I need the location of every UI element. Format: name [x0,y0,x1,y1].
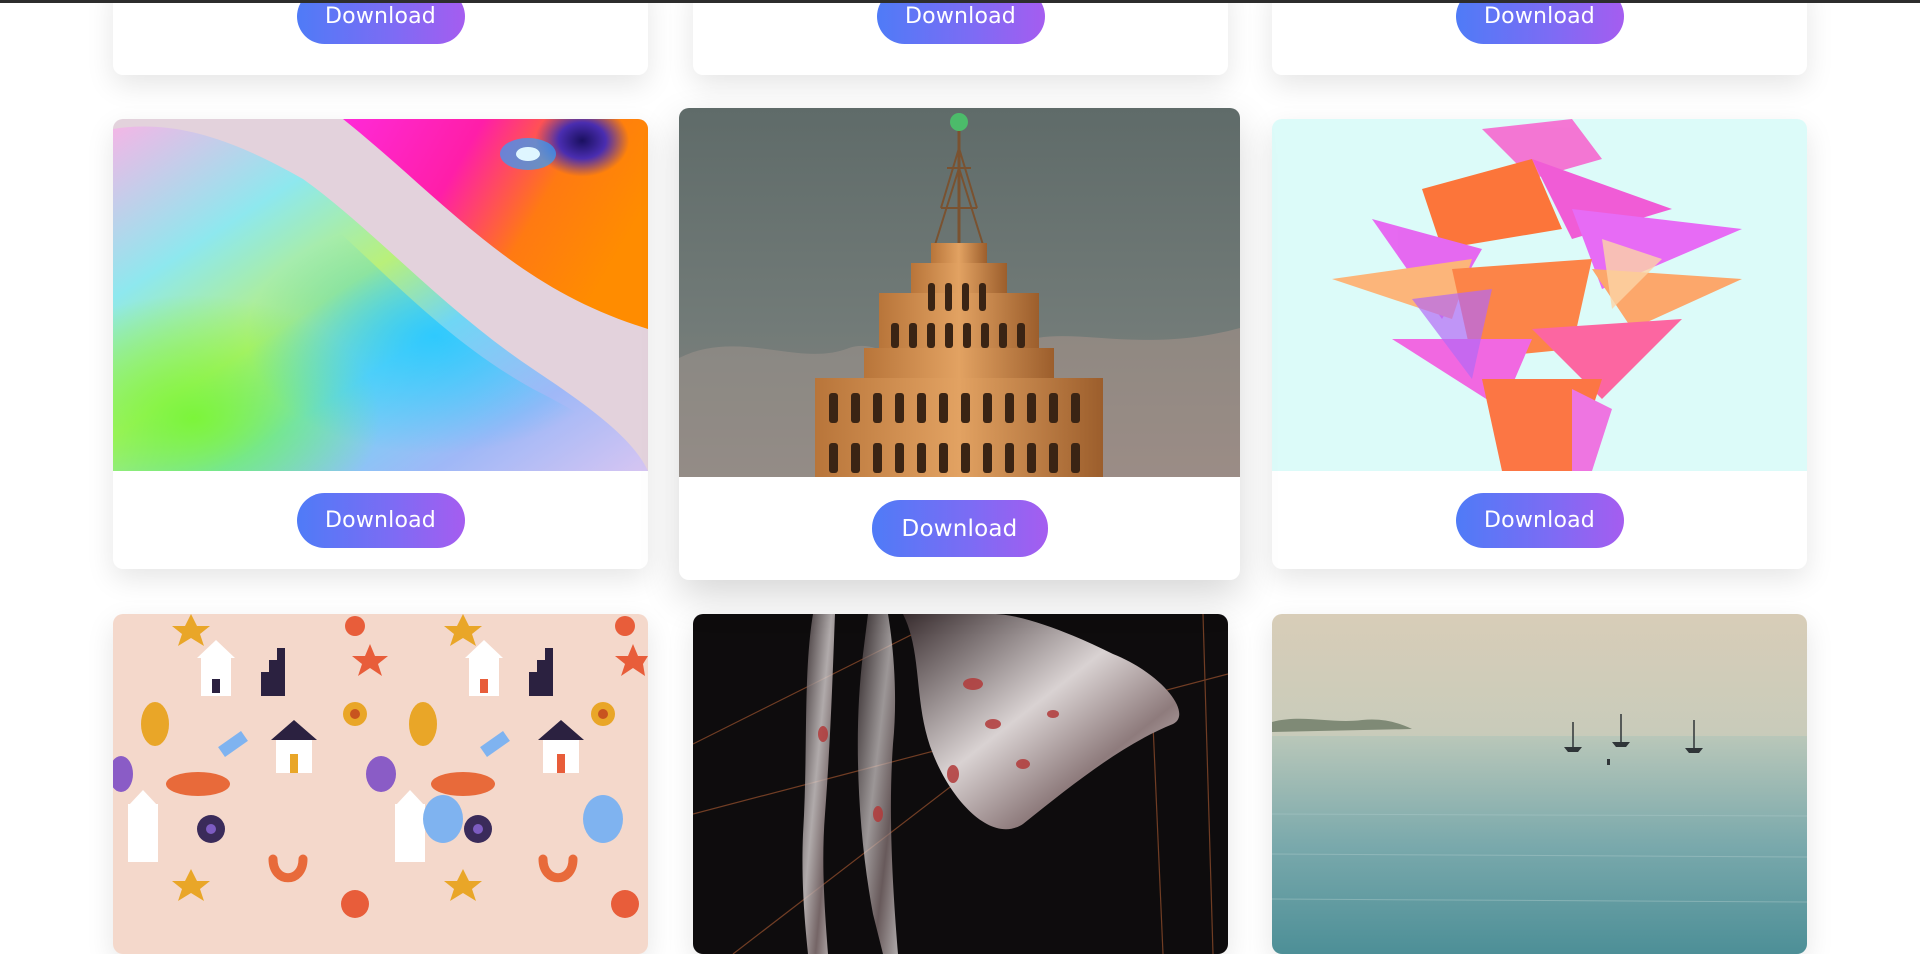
gallery-card: Download [693,0,1228,75]
gallery-image-pattern[interactable] [113,614,648,954]
download-button[interactable]: Download [1455,492,1624,548]
gallery-card [1272,614,1807,954]
gallery-image-liquid-metal[interactable] [693,614,1228,954]
download-button[interactable]: Download [296,492,465,548]
gallery-card: Download [1272,0,1807,75]
gallery-image-skyscraper[interactable] [679,108,1240,477]
gallery-card: Download [113,0,648,75]
gallery-image-sea[interactable] [1272,614,1807,954]
gallery-card: Download [679,108,1240,580]
gallery-card [693,614,1228,954]
gallery-card: Download [113,119,648,569]
download-button[interactable]: Download [876,0,1045,44]
top-border-bar [0,0,1920,3]
download-button[interactable]: Download [871,500,1048,557]
gallery-image-polygons[interactable] [1272,119,1807,471]
download-button[interactable]: Download [1455,0,1624,44]
gallery-card: Download [1272,119,1807,569]
gallery-card [113,614,648,954]
gallery-image-holographic[interactable] [113,119,648,471]
image-gallery-grid: Download Download Download Download Down… [0,0,1920,954]
download-button[interactable]: Download [296,0,465,44]
